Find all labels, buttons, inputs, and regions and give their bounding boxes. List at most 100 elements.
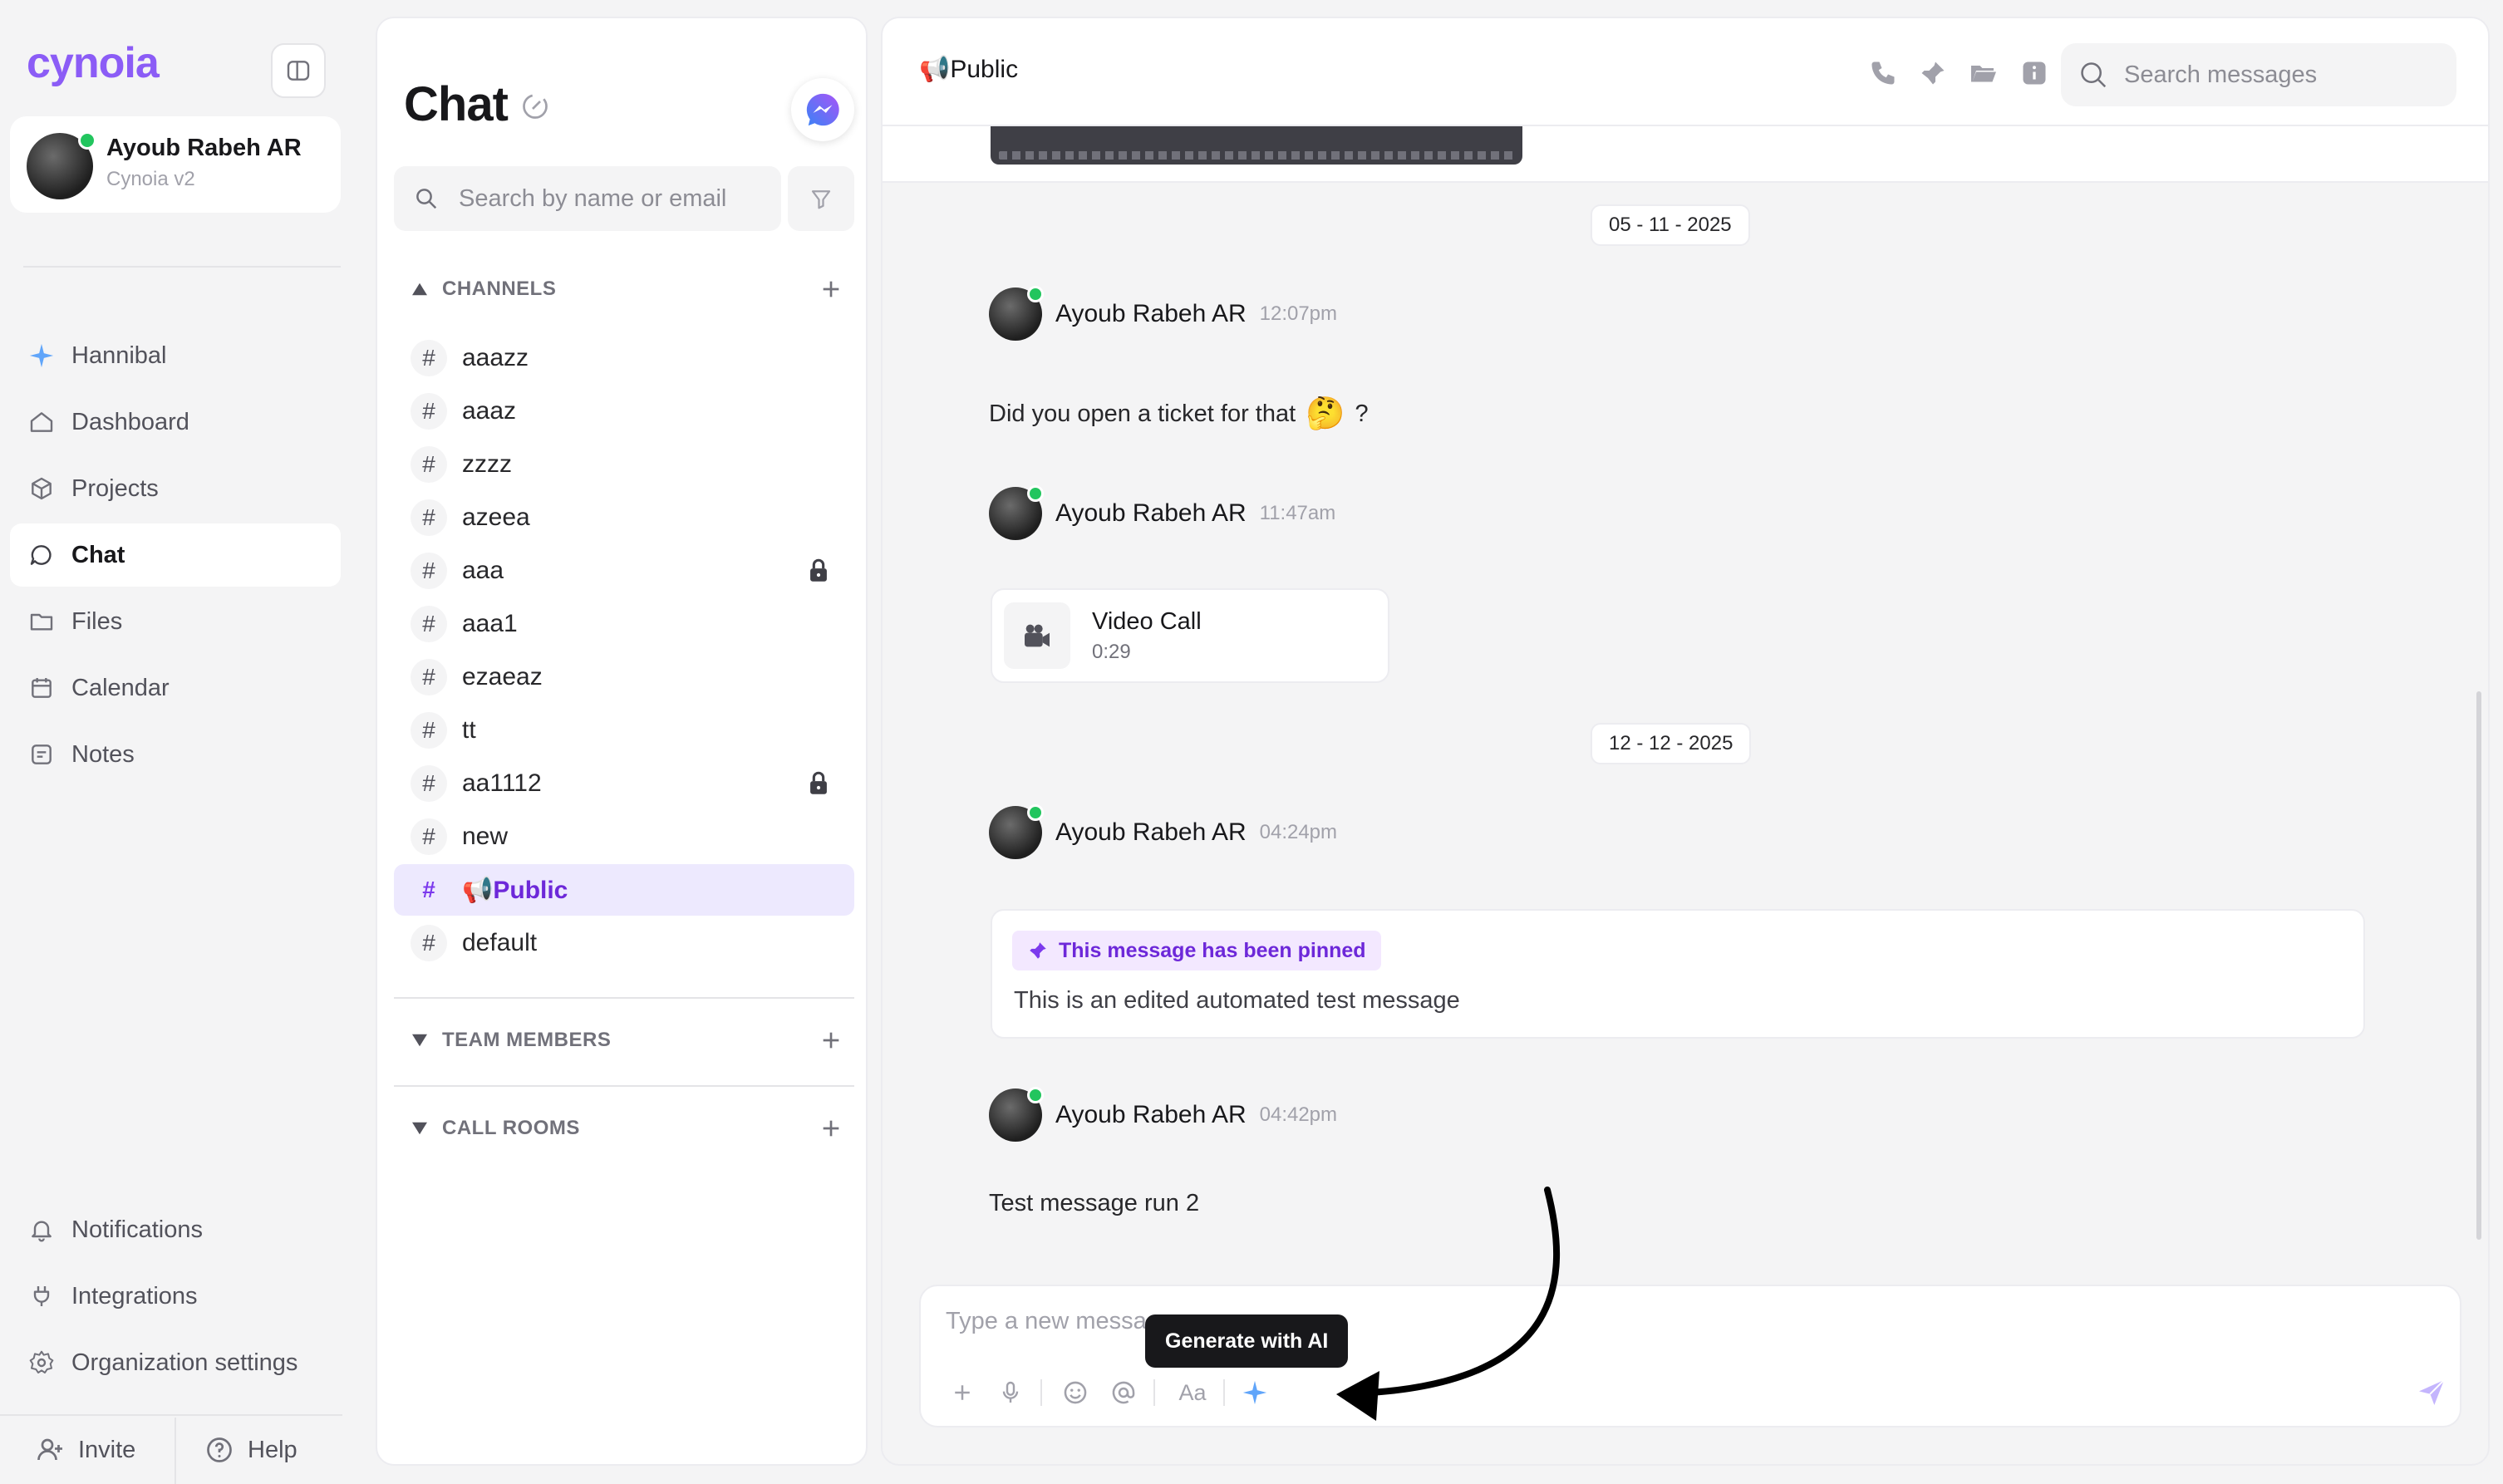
help-icon [204,1435,234,1465]
nav-item-calendar[interactable]: Calendar [10,656,341,720]
message-header: Ayoub Rabeh AR 04:42pm [989,1087,1338,1142]
channel-item-active[interactable]: # 📢Public [394,864,854,916]
author-name[interactable]: Ayoub Rabeh AR [1055,300,1247,328]
bottom-separator [175,1418,176,1484]
help-button[interactable]: Help [204,1423,298,1477]
invite-button[interactable]: Invite [35,1423,135,1477]
hash-icon: # [411,499,447,536]
avatar[interactable] [989,485,1044,540]
hash-icon: # [411,659,447,695]
channel-name: 📢Public [462,876,568,904]
people-search[interactable] [394,166,781,231]
channel-item[interactable]: # aaaz [394,386,854,437]
channel-item[interactable]: # zzzz [394,439,854,490]
nav-item-organization-settings[interactable]: Organization settings [10,1331,341,1394]
pin-icon[interactable] [1918,58,1948,88]
chat-list-panel: Chat CHANNELS #aaazz #aaaz #zzzz #azeea … [376,17,868,1466]
channel-name: tt [462,716,476,744]
plus-icon [955,1385,970,1400]
previous-message-attachment [883,126,2488,183]
nav-item-notes[interactable]: Notes [10,723,341,786]
message-header: Ayoub Rabeh AR 11:47am [989,485,1336,540]
nav-item-notifications[interactable]: Notifications [10,1198,341,1261]
add-call-room-icon[interactable] [818,1115,844,1142]
sidebar-toggle-icon [287,61,310,81]
nav-item-chat[interactable]: Chat [10,523,341,587]
image-attachment[interactable] [991,126,1522,165]
avatar[interactable] [989,286,1044,341]
avatar[interactable] [989,1087,1044,1142]
message-time: 04:42pm [1259,1103,1338,1126]
section-label: CALL ROOMS [442,1117,580,1139]
channel-item[interactable]: # default [394,917,854,969]
user-profile-card[interactable]: Ayoub Rabeh AR Cynoia v2 [10,116,341,213]
conversation-header: 📢Public [883,18,2488,126]
collapse-sidebar-button[interactable] [271,43,326,98]
filter-button[interactable] [788,166,854,231]
channel-item[interactable]: # azeea [394,492,854,543]
avatar[interactable] [989,804,1044,859]
channel-item[interactable]: # tt [394,705,854,756]
mention-button[interactable] [1105,1374,1142,1411]
author-name[interactable]: Ayoub Rabeh AR [1055,499,1247,528]
message-search[interactable] [2061,43,2456,106]
channels-section-header[interactable]: CHANNELS [394,264,854,314]
team-members-section-header[interactable]: TEAM MEMBERS [394,1015,854,1065]
folder-open-icon[interactable] [1968,58,1999,88]
info-icon[interactable] [2019,58,2049,88]
message-time: 11:47am [1259,502,1336,524]
nav-item-files[interactable]: Files [10,590,341,653]
channel-item[interactable]: # aaazz [394,332,854,384]
channel-item[interactable]: # ezaeaz [394,651,854,703]
online-status-dot [78,131,96,150]
call-title: Video Call [1092,607,1202,635]
author-name[interactable]: Ayoub Rabeh AR [1055,818,1247,847]
message-time: 12:07pm [1259,302,1338,325]
nav-item-label: Calendar [71,674,170,701]
phone-icon[interactable] [1868,58,1898,88]
edit-status-icon[interactable] [520,91,550,121]
nav-item-projects[interactable]: Projects [10,457,341,520]
hash-icon: # [411,606,447,642]
channel-item[interactable]: # aaa1 [394,598,854,650]
add-user-icon [35,1435,65,1465]
microphone-icon [1002,1381,1019,1403]
nav-item-label: Projects [71,474,159,502]
calendar-icon [27,673,57,703]
add-channel-icon[interactable] [818,276,844,302]
text-format-button[interactable]: Aa [1168,1374,1217,1411]
call-rooms-section-header[interactable]: CALL ROOMS [394,1103,854,1153]
channel-item[interactable]: # aaa [394,545,854,597]
channel-item[interactable]: # aa1112 [394,758,854,809]
pinned-message-card[interactable]: This message has been pinned This is an … [991,909,2365,1039]
notes-icon [27,740,57,769]
bell-icon [27,1215,57,1245]
emoji-button[interactable] [1057,1374,1094,1411]
add-member-icon[interactable] [818,1027,844,1054]
hash-icon: # [411,553,447,589]
search-messages-input[interactable] [2124,61,2456,89]
section-label: TEAM MEMBERS [442,1029,612,1051]
toolbar-separator [1153,1379,1155,1406]
channel-name: aaazz [462,344,529,371]
voice-message-button[interactable] [992,1374,1029,1411]
author-name[interactable]: Ayoub Rabeh AR [1055,1101,1247,1129]
thinking-emoji: 🤔 [1306,396,1345,431]
hash-icon: # [411,446,447,483]
nav-item-label: Notifications [71,1216,203,1243]
nav-item-hannibal[interactable]: Hannibal [10,324,341,387]
search-input[interactable] [459,184,758,213]
scrollbar[interactable] [2476,691,2481,1240]
send-button[interactable] [2412,1373,2451,1413]
cynoia-logo[interactable]: cynoia [27,38,160,88]
messenger-button[interactable] [791,78,854,141]
nav-item-label: Notes [71,740,135,768]
messenger-icon [806,93,839,126]
nav-item-dashboard[interactable]: Dashboard [10,391,341,454]
video-call-card[interactable]: Video Call 0:29 [991,588,1389,683]
channel-item[interactable]: # new [394,811,854,862]
online-status-dot [1027,804,1044,821]
nav-item-integrations[interactable]: Integrations [10,1265,341,1328]
add-attachment-button[interactable] [944,1374,981,1411]
nav-item-label: Organization settings [71,1349,298,1376]
